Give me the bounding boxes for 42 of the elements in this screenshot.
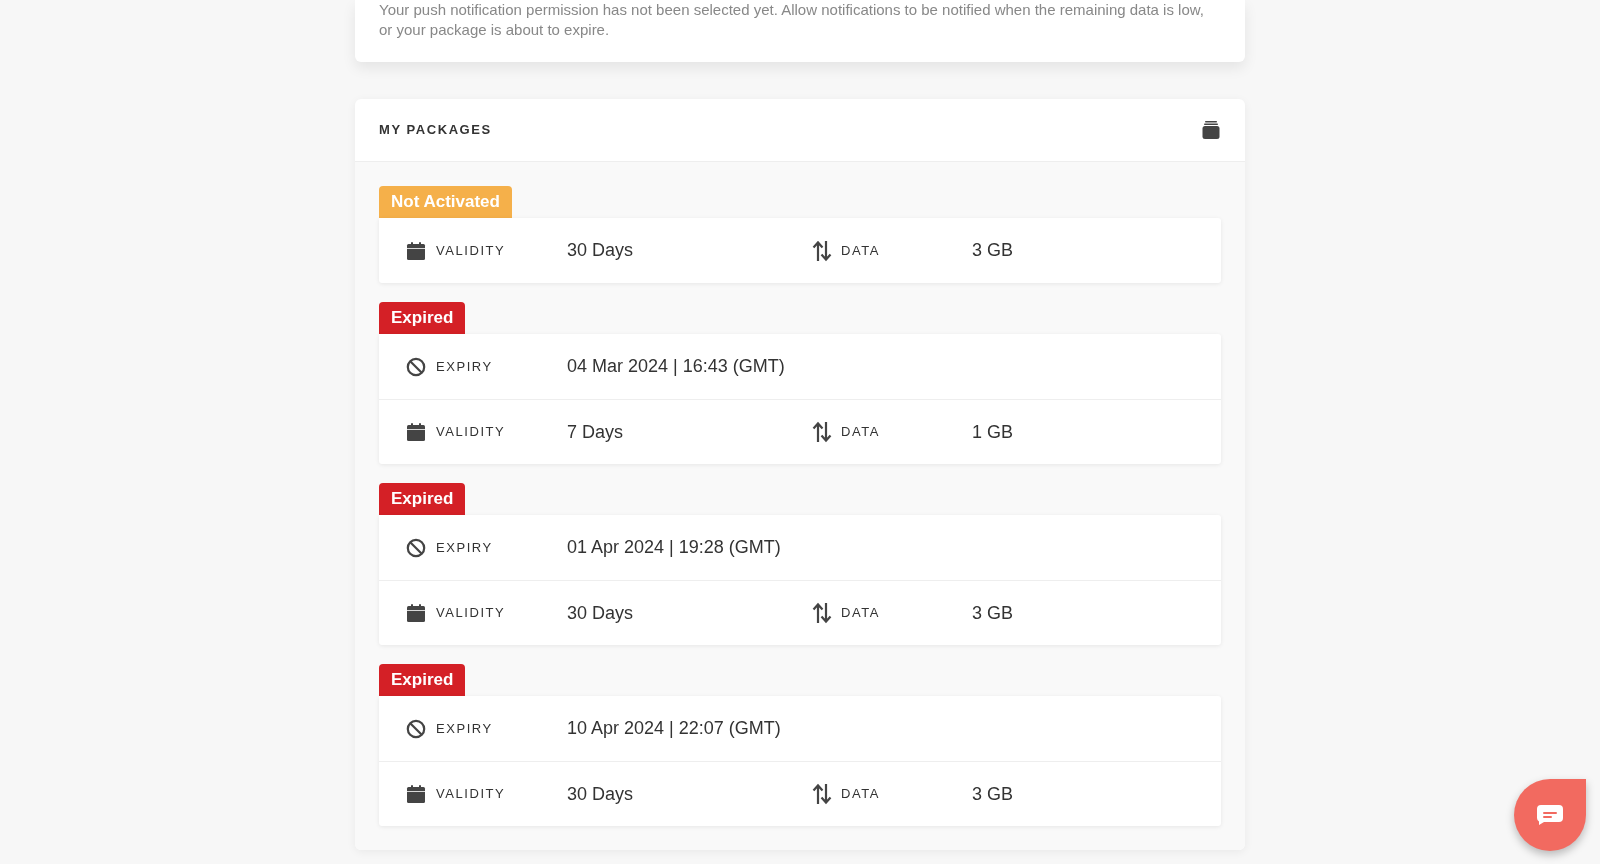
field-label: EXPIRY bbox=[436, 719, 494, 738]
up-down-arrows-icon bbox=[812, 783, 832, 805]
field-label: DATA bbox=[841, 423, 881, 442]
field-value: 3 GB bbox=[972, 601, 1014, 625]
calendar-icon bbox=[406, 603, 426, 623]
calendar-icon bbox=[406, 784, 426, 804]
field-value: 3 GB bbox=[972, 782, 1014, 806]
up-down-arrows-icon bbox=[812, 421, 832, 443]
stack-icon bbox=[1201, 120, 1221, 140]
up-down-arrows-icon bbox=[812, 602, 832, 624]
field-label: EXPIRY bbox=[436, 538, 494, 557]
status-badge: Expired bbox=[379, 302, 466, 334]
prohibited-icon bbox=[406, 718, 426, 739]
field-value: 04 Mar 2024 | 16:43 (GMT) bbox=[567, 355, 786, 378]
field-label: EXPIRY bbox=[436, 357, 494, 376]
notice-text: Your push notification permission has not been selected yet. Allow notifications to be notified when the remaining data is low, or your package is about to expire. bbox=[379, 0, 1205, 40]
field-value: 01 Apr 2024 | 19:28 (GMT) bbox=[567, 536, 782, 559]
field-label: DATA bbox=[841, 241, 881, 260]
status-badge: Expired bbox=[379, 483, 466, 515]
chat-button[interactable] bbox=[1514, 779, 1586, 851]
field-value: 10 Apr 2024 | 22:07 (GMT) bbox=[567, 717, 782, 740]
field-value: 3 GB bbox=[972, 239, 1014, 262]
up-down-arrows-icon bbox=[812, 239, 832, 262]
status-badge: Expired bbox=[379, 664, 466, 696]
field-label: DATA bbox=[841, 785, 881, 804]
calendar-icon bbox=[406, 422, 426, 442]
field-label: VALIDITY bbox=[436, 785, 507, 804]
field-label: DATA bbox=[841, 604, 881, 623]
field-label: VALIDITY bbox=[436, 604, 507, 623]
field-label: VALIDITY bbox=[436, 423, 507, 442]
prohibited-icon bbox=[406, 356, 426, 377]
field-value: 30 Days bbox=[567, 601, 635, 625]
calendar-icon bbox=[406, 240, 426, 261]
field-value: 7 Days bbox=[567, 420, 625, 444]
card-title: MY PACKAGES bbox=[379, 121, 492, 140]
field-label: VALIDITY bbox=[436, 241, 507, 260]
field-value: 30 Days bbox=[567, 239, 635, 262]
prohibited-icon bbox=[406, 537, 426, 558]
field-value: 1 GB bbox=[972, 420, 1014, 444]
status-badge: Not Activated bbox=[379, 186, 512, 218]
chat-icon bbox=[1536, 804, 1564, 826]
field-value: 30 Days bbox=[567, 782, 635, 806]
